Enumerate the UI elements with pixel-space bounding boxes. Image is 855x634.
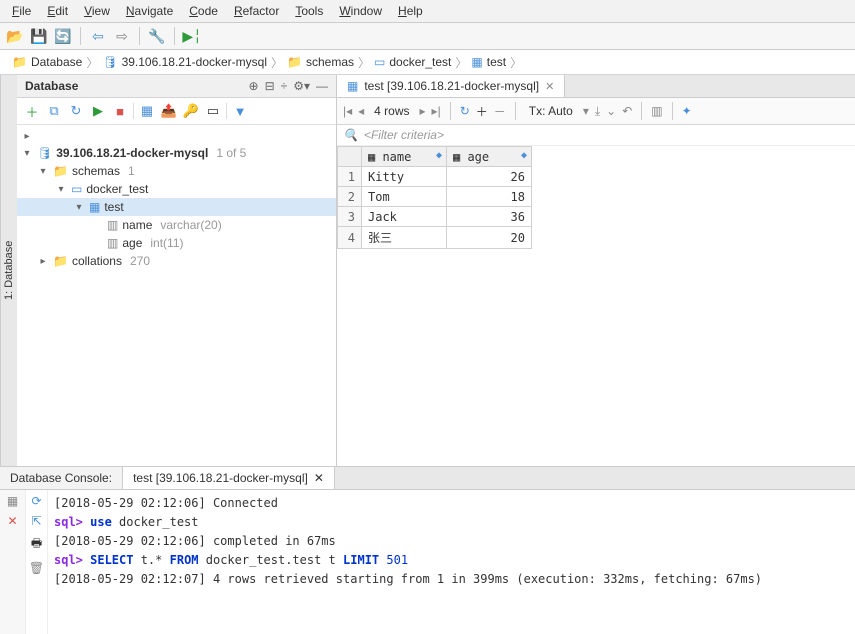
menu-edit[interactable]: Edit [41, 2, 74, 20]
commit-icon[interactable]: ⤓ [595, 104, 600, 119]
refresh-icon[interactable]: ↻ [67, 102, 85, 120]
add-row-icon[interactable]: ＋ [476, 103, 488, 120]
close-icon[interactable]: ✕ [545, 80, 554, 93]
table-view-icon[interactable]: ▦ [138, 102, 156, 120]
menu-navigate[interactable]: Navigate [120, 2, 179, 20]
crumb-database[interactable]: 📁Database [6, 53, 88, 71]
reload-icon[interactable]: ↻ [460, 104, 470, 118]
tree-row[interactable]: ▾🛢39.106.18.21-docker-mysql1 of 5 [17, 144, 336, 162]
console-cancel-icon[interactable]: ✕ [7, 514, 17, 528]
settings-icon[interactable]: 🔧 [148, 27, 166, 45]
tree-row[interactable]: ▥ageint(11) [17, 234, 336, 252]
tree-row[interactable]: ▾📁schemas1 [17, 162, 336, 180]
main-menu-bar: File Edit View Navigate Code Refactor To… [0, 0, 855, 23]
tree-row[interactable]: ▸📁collations270 [17, 252, 336, 270]
database-tree[interactable]: ▸▾🛢39.106.18.21-docker-mysql1 of 5▾📁sche… [17, 125, 336, 466]
next-page-icon[interactable]: ▸ [420, 104, 426, 118]
console-stop-icon[interactable]: ▦ [7, 494, 18, 508]
play-icon[interactable]: ▶ [89, 102, 107, 120]
crumb-schemas[interactable]: 📁schemas [281, 53, 360, 71]
console-output[interactable]: [2018-05-29 02:12:06] Connected sql> use… [48, 490, 855, 634]
search-icon: 🔍 [343, 128, 358, 142]
menu-help[interactable]: Help [392, 2, 429, 20]
console-tab[interactable]: test [39.106.18.21-docker-mysql] ✕ [123, 467, 335, 489]
editor-tab-label: test [39.106.18.21-docker-mysql] [364, 79, 539, 93]
doc-icon[interactable]: ▭ [204, 102, 222, 120]
database-panel-toolbar: ＋ ⧉ ↻ ▶ ■ ▦ 📤 🔑 ▭ ▼ [17, 98, 336, 125]
database-panel-title: Database [25, 79, 78, 93]
open-icon[interactable]: 📂 [6, 27, 24, 45]
table-row[interactable]: 1Kitty26 [338, 167, 532, 187]
crumb-table[interactable]: ▦test [465, 53, 512, 71]
save-icon[interactable]: 💾 [30, 27, 48, 45]
column-name[interactable]: ▦ name◆ [362, 147, 447, 167]
menu-view[interactable]: View [78, 2, 116, 20]
menu-file[interactable]: File [6, 2, 37, 20]
tx-mode-label[interactable]: Tx: Auto [525, 104, 577, 118]
rollback-icon[interactable]: ↶ [622, 104, 632, 118]
menu-code[interactable]: Code [183, 2, 224, 20]
tree-row[interactable]: ▾▭docker_test [17, 180, 336, 198]
tree-row[interactable] [17, 270, 336, 274]
database-tool-tab[interactable]: 1: Database [0, 75, 17, 466]
console-trash-icon[interactable]: 🗑 [29, 561, 44, 575]
stop-icon[interactable]: ■ [111, 102, 129, 120]
editor-tabs: ▦ test [39.106.18.21-docker-mysql] ✕ [337, 75, 855, 98]
export-icon[interactable]: 📤 [160, 102, 178, 120]
menu-window[interactable]: Window [333, 2, 388, 20]
database-console: Database Console: test [39.106.18.21-doc… [0, 466, 855, 634]
last-page-icon[interactable]: ▸| [432, 104, 441, 118]
menu-refactor[interactable]: Refactor [228, 2, 285, 20]
duplicate-icon[interactable]: ⧉ [45, 102, 63, 120]
collapse-icon[interactable]: ⊟ [265, 79, 275, 93]
console-export-icon[interactable]: ⇱ [31, 514, 41, 528]
add-icon[interactable]: ＋ [23, 102, 41, 120]
column-age[interactable]: ▦ age◆ [447, 147, 532, 167]
run-config-icon[interactable]: ▶╎ [183, 27, 201, 45]
row-count-label: 4 rows [370, 104, 413, 118]
remove-row-icon[interactable]: － [494, 103, 506, 120]
table-row[interactable]: 2Tom18 [338, 187, 532, 207]
close-icon[interactable]: ✕ [314, 471, 324, 485]
gear-icon[interactable]: ⚙▾ [293, 79, 310, 93]
data-grid[interactable]: ▦ name◆ ▦ age◆ 1Kitty262Tom183Jack364张三2… [337, 146, 532, 249]
view-mode-icon[interactable]: ▥ [651, 104, 662, 118]
table-row[interactable]: 4张三20 [338, 227, 532, 249]
console-rerun-icon[interactable]: ⟳ [31, 494, 41, 508]
first-page-icon[interactable]: |◂ [343, 104, 352, 118]
table-row[interactable]: 3Jack36 [338, 207, 532, 227]
tree-row[interactable]: ▥namevarchar(20) [17, 216, 336, 234]
data-grid-toolbar: |◂ ◂ 4 rows ▸ ▸| ↻ ＋ － Tx: Auto▾ ⤓ ⌄ ↶ ▥… [337, 98, 855, 125]
target-icon[interactable]: ⊕ [249, 79, 259, 93]
back-icon[interactable]: ⇦ [89, 27, 107, 45]
database-panel: Database ⊕ ⊟ ÷ ⚙▾ — ＋ ⧉ ↻ ▶ ■ ▦ 📤 🔑 ▭ ▼ … [17, 75, 337, 466]
hide-icon[interactable]: — [316, 79, 328, 93]
console-title: Database Console: [0, 467, 123, 489]
ddl-icon[interactable]: ✦ [682, 104, 692, 118]
menu-tools[interactable]: Tools [289, 2, 329, 20]
filter-icon[interactable]: ▼ [231, 102, 249, 120]
editor-tab-test[interactable]: ▦ test [39.106.18.21-docker-mysql] ✕ [337, 75, 565, 97]
key-icon[interactable]: 🔑 [182, 102, 200, 120]
main-toolbar: 📂 💾 🔄 ⇦ ⇨ 🔧 ▶╎ [0, 23, 855, 50]
revert-icon[interactable]: ⌄ [606, 104, 616, 118]
tree-row[interactable]: ▾▦test [17, 198, 336, 216]
crumb-schema[interactable]: ▭docker_test [368, 53, 457, 71]
filter-input[interactable]: <Filter criteria> [364, 128, 444, 142]
breadcrumb: 📁Database〉 🛢39.106.18.21-docker-mysql〉 📁… [0, 50, 855, 75]
forward-icon[interactable]: ⇨ [113, 27, 131, 45]
prev-page-icon[interactable]: ◂ [358, 104, 364, 118]
crumb-connection[interactable]: 🛢39.106.18.21-docker-mysql [96, 53, 273, 71]
sync-icon[interactable]: 🔄 [54, 27, 72, 45]
tree-row[interactable]: ▸ [17, 129, 336, 144]
console-print-icon[interactable]: 🖶 [31, 534, 42, 555]
divide-icon[interactable]: ÷ [281, 79, 288, 93]
